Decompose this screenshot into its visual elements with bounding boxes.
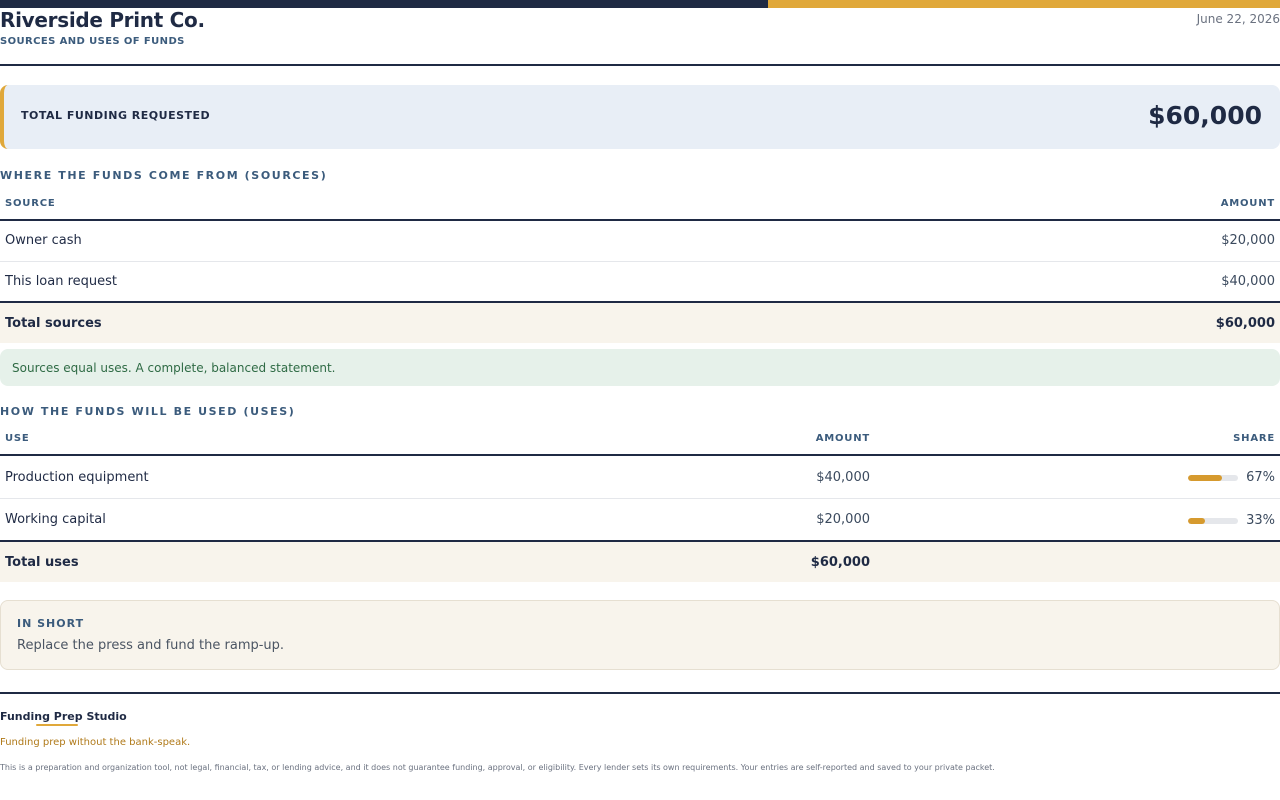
use-amount: $40,000 — [816, 470, 870, 485]
footer-tagline: Funding prep without the bank-speak. — [0, 737, 191, 748]
uses-col-use: USE — [5, 433, 30, 444]
sources-total-amount: $60,000 — [1215, 316, 1275, 331]
uses-total-amount: $60,000 — [810, 555, 870, 570]
total-funding-label: TOTAL FUNDING REQUESTED — [21, 109, 211, 122]
sources-table-header: SOURCE AMOUNT — [0, 187, 1280, 221]
uses-col-amount: AMOUNT — [815, 433, 870, 444]
balance-status-text: Sources equal uses. A complete, balanced… — [12, 361, 336, 375]
uses-section-title: HOW THE FUNDS WILL BE USED (USES) — [0, 405, 296, 418]
footer-divider — [0, 692, 1280, 694]
table-row: Production equipment $40,000 67% — [0, 456, 1280, 499]
table-row: Owner cash $20,000 — [0, 221, 1280, 262]
in-short-label: IN SHORT — [17, 617, 85, 630]
company-name: Riverside Print Co. — [0, 8, 205, 32]
share-bar-fill — [1188, 518, 1205, 524]
statement-date: June 22, 2026 — [1196, 12, 1280, 26]
balance-status-banner: Sources equal uses. A complete, balanced… — [0, 349, 1280, 386]
share-bar — [1188, 475, 1238, 481]
sources-total-label: Total sources — [5, 316, 102, 331]
header-divider — [0, 64, 1280, 66]
use-name: Working capital — [5, 512, 106, 527]
sources-total-row: Total sources $60,000 — [0, 303, 1280, 343]
uses-table-header: USE AMOUNT SHARE — [0, 422, 1280, 456]
sources-col-source: SOURCE — [5, 198, 56, 209]
top-accent-navy — [0, 0, 768, 8]
uses-table: USE AMOUNT SHARE Production equipment $4… — [0, 422, 1280, 582]
source-amount: $40,000 — [1221, 274, 1275, 289]
use-name: Production equipment — [5, 470, 149, 485]
share-bar — [1188, 518, 1238, 524]
page-subtitle: SOURCES AND USES OF FUNDS — [0, 36, 185, 47]
use-amount: $20,000 — [816, 512, 870, 527]
table-row: This loan request $40,000 — [0, 262, 1280, 303]
page-header: Riverside Print Co. SOURCES AND USES OF … — [0, 8, 1280, 64]
share-bar-fill — [1188, 475, 1222, 481]
uses-col-share: SHARE — [1233, 433, 1275, 444]
source-amount: $20,000 — [1221, 233, 1275, 248]
total-funding-value: $60,000 — [1148, 101, 1262, 130]
sources-table: SOURCE AMOUNT Owner cash $20,000 This lo… — [0, 187, 1280, 343]
footer-disclaimer: This is a preparation and organization t… — [0, 763, 995, 772]
source-name: Owner cash — [5, 233, 82, 248]
brand-underline-mark — [36, 724, 78, 726]
top-accent-gold — [768, 0, 1280, 8]
source-name: This loan request — [5, 274, 118, 289]
use-share: 67% — [1246, 470, 1275, 485]
use-share: 33% — [1246, 513, 1275, 528]
total-funding-card: TOTAL FUNDING REQUESTED $60,000 — [0, 85, 1280, 149]
top-accent-bar — [0, 0, 1280, 8]
footer-brand-logo: Funding Prep Studio — [0, 710, 127, 723]
sources-col-amount: AMOUNT — [1220, 198, 1275, 209]
uses-total-label: Total uses — [5, 555, 79, 570]
sources-section-title: WHERE THE FUNDS COME FROM (SOURCES) — [0, 169, 328, 182]
table-row: Working capital $20,000 33% — [0, 499, 1280, 542]
in-short-card: IN SHORT Replace the press and fund the … — [0, 600, 1280, 670]
uses-total-row: Total uses $60,000 — [0, 542, 1280, 582]
in-short-text: Replace the press and fund the ramp-up. — [17, 638, 285, 653]
